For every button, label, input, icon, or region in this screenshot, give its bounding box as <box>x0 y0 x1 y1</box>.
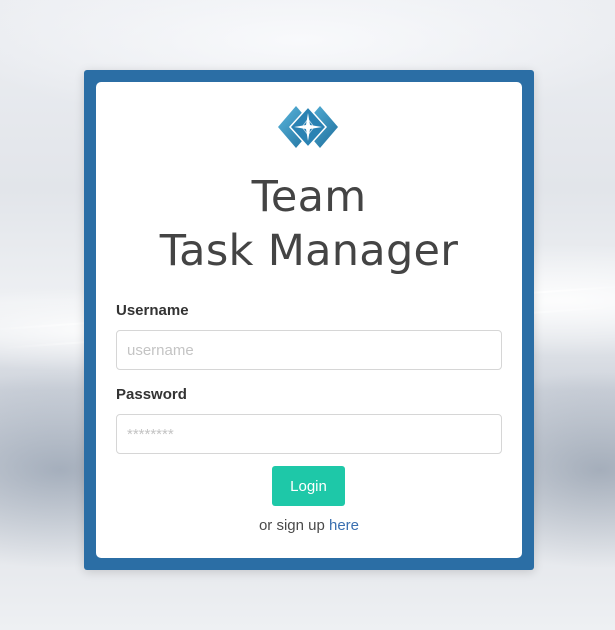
signup-prompt: or sign up here <box>96 517 522 534</box>
username-input[interactable] <box>116 330 502 370</box>
diamond-star-logo-icon <box>278 105 338 149</box>
password-input[interactable] <box>116 414 502 454</box>
title-line-task-manager: Task Manager <box>159 226 459 276</box>
login-button[interactable]: Login <box>272 466 345 506</box>
page-title: Team Task Manager <box>96 170 522 278</box>
signup-prefix-text: or sign up <box>258 517 325 534</box>
password-label: Password <box>116 386 187 403</box>
signup-here-link[interactable]: here <box>329 517 359 534</box>
title-line-team: Team <box>251 172 367 222</box>
username-label: Username <box>116 302 189 319</box>
